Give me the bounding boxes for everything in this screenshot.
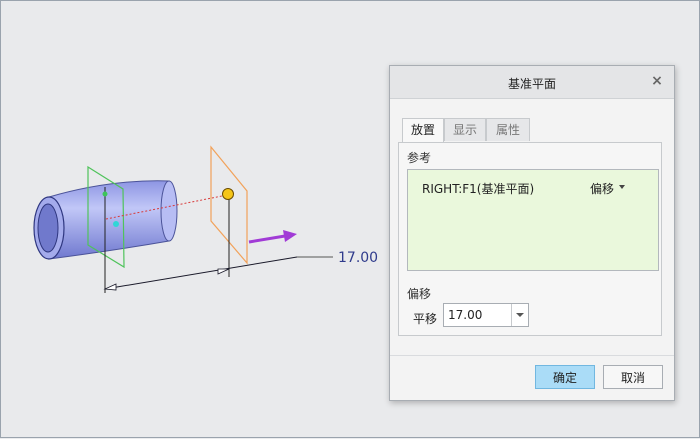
footer-divider [390,355,674,356]
translation-dropdown-button[interactable] [511,304,528,326]
offset-dimension[interactable] [103,256,333,291]
translation-label: 平移 [413,312,438,326]
plane-handle-center[interactable] [113,221,119,227]
datum-plane-dialog: 基准平面 × 放置 显示 属性 参考 RIGHT:F1(基准平面) 偏移 偏移 … [389,65,675,401]
dialog-title: 基准平面 [507,77,556,91]
translation-value[interactable]: 17.00 [448,308,482,322]
tab-placement[interactable]: 放置 [402,118,444,143]
ok-button[interactable]: 确定 [535,365,595,389]
close-icon[interactable]: × [649,73,665,89]
reference-item-name[interactable]: RIGHT:F1(基准平面) [422,180,534,197]
offset-section-label: 偏移 [407,287,432,301]
reference-collector[interactable]: RIGHT:F1(基准平面) 偏移 [407,169,659,271]
dimension-value[interactable]: 17.00 [338,250,378,266]
tab-display[interactable]: 显示 [444,118,486,141]
constraint-type-dropdown[interactable]: 偏移 [590,180,614,197]
drag-handle[interactable] [222,188,234,200]
cancel-button[interactable]: 取消 [603,365,663,389]
plane-handle-top[interactable] [102,191,108,197]
tab-properties[interactable]: 属性 [486,118,530,141]
dialog-titlebar[interactable]: 基准平面 × [390,66,674,99]
translation-input[interactable]: 17.00 [443,303,529,327]
references-label: 参考 [407,151,432,165]
drag-direction-arrow[interactable] [248,230,297,244]
chevron-down-icon[interactable] [619,185,625,189]
chevron-down-icon [516,313,524,317]
placement-panel: 参考 RIGHT:F1(基准平面) 偏移 偏移 平移 17.00 [398,142,662,336]
